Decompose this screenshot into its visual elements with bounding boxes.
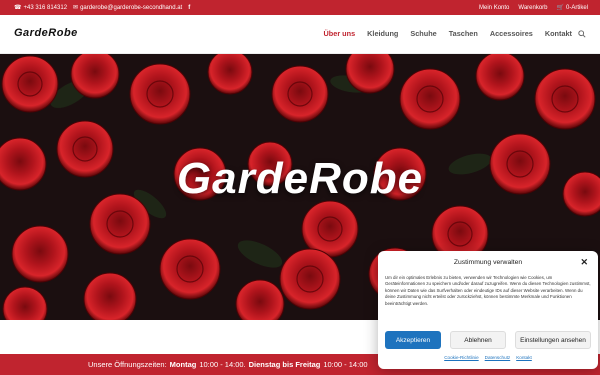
cart-count: 0-Artikel xyxy=(565,4,588,11)
nav-item-ueber-uns[interactable]: Über uns xyxy=(324,29,356,38)
privacy-link[interactable]: Datenschutz xyxy=(485,355,511,360)
facebook-link[interactable]: f xyxy=(188,5,190,11)
nav-item-taschen[interactable]: Taschen xyxy=(449,29,478,38)
envelope-icon: ✉ xyxy=(73,4,79,11)
hours-day-2: Dienstag bis Freitag xyxy=(248,360,321,369)
email-address: garderobe@garderobe-secondhand.at xyxy=(80,4,183,11)
main-nav: Über uns Kleidung Schuhe Taschen Accesso… xyxy=(324,29,572,38)
close-icon[interactable]: ✕ xyxy=(580,257,588,268)
hours-time-1: 10:00 - 14:00. xyxy=(199,360,246,369)
nav-item-kleidung[interactable]: Kleidung xyxy=(367,29,398,38)
site-logo[interactable]: GardeRobe xyxy=(14,27,78,39)
phone-number: +43 316 814312 xyxy=(23,4,68,11)
nav-item-kontakt[interactable]: Kontakt xyxy=(545,29,572,38)
top-bar: ☎ +43 316 814312 ✉ garderobe@garderobe-s… xyxy=(0,0,600,15)
cookie-consent-dialog: Zustimmung verwalten ✕ Um dir ein optima… xyxy=(378,251,598,369)
hours-day-1: Montag xyxy=(169,360,197,369)
account-link[interactable]: Mein Konto xyxy=(479,5,509,11)
email-link[interactable]: ✉ garderobe@garderobe-secondhand.at xyxy=(73,5,182,11)
contact-link[interactable]: Kontakt xyxy=(516,355,532,360)
phone-link[interactable]: ☎ +43 316 814312 xyxy=(14,5,67,11)
settings-button[interactable]: Einstellungen ansehen xyxy=(515,331,591,349)
cart-icon: 🛒 xyxy=(556,4,564,11)
search-icon[interactable] xyxy=(578,30,586,38)
phone-icon: ☎ xyxy=(14,4,22,11)
facebook-icon: f xyxy=(188,4,191,11)
nav-item-accessoires[interactable]: Accessoires xyxy=(490,29,533,38)
cookie-policy-link[interactable]: Cookie-Richtlinie xyxy=(444,355,478,360)
cookie-text: Um dir ein optimales Erlebnis zu bieten,… xyxy=(385,275,591,306)
cookie-title: Zustimmung verwalten xyxy=(453,259,523,266)
cart-link[interactable]: Warenkorb xyxy=(518,5,547,11)
hours-time-2: 10:00 - 14:00 xyxy=(323,360,368,369)
hero-title: GardeRobe xyxy=(176,154,424,203)
cart-count-link[interactable]: 🛒 0-Artikel xyxy=(557,5,589,11)
decline-button[interactable]: Ablehnen xyxy=(450,331,506,349)
site-header: GardeRobe Über uns Kleidung Schuhe Tasch… xyxy=(0,15,600,54)
nav-item-schuhe[interactable]: Schuhe xyxy=(410,29,436,38)
accept-button[interactable]: Akzeptieren xyxy=(385,331,441,349)
hours-prefix: Unsere Öffnungszeiten: xyxy=(88,360,167,369)
